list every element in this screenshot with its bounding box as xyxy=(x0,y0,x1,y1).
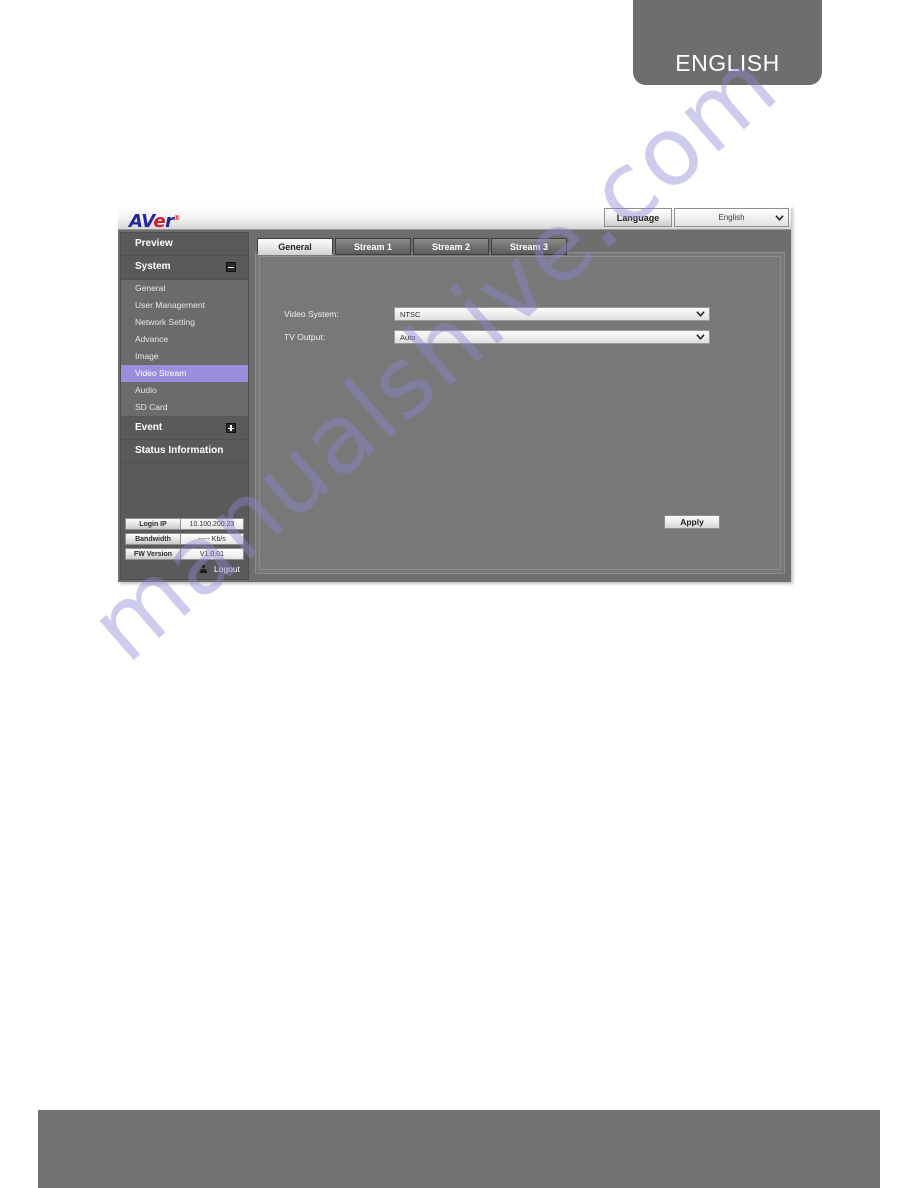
tab-stream-1[interactable]: Stream 1 xyxy=(335,238,411,255)
sidebar-item-general[interactable]: General xyxy=(121,280,248,297)
sidebar-item-status-information[interactable]: Status Information xyxy=(121,440,248,463)
sidebar-item-event-label: Event xyxy=(135,422,163,433)
tab-general-label: General xyxy=(278,241,312,252)
logout-label: Logout xyxy=(214,564,240,574)
english-language-tab-label: ENGLISH xyxy=(675,50,780,76)
minus-collapse-icon[interactable] xyxy=(226,262,236,272)
tv-output-select[interactable]: Auto xyxy=(394,330,710,344)
watermark-overlay: manualshive.com xyxy=(0,0,918,1188)
logo-letter-a: A xyxy=(129,211,142,232)
status-row-fw-version: FW Version V1.0.01 xyxy=(125,548,244,560)
app-header: AVer® Language English xyxy=(118,206,791,232)
status-key-fw-version: FW Version xyxy=(126,549,181,559)
sidebar-item-image[interactable]: Image xyxy=(121,348,248,365)
sidebar-item-general-label: General xyxy=(135,283,166,293)
status-value-fw-version: V1.0.01 xyxy=(181,549,243,559)
sidebar-item-event[interactable]: Event xyxy=(121,417,248,440)
form-row-video-system: Video System: NTSC xyxy=(284,307,744,321)
tab-general[interactable]: General xyxy=(257,238,333,255)
language-select[interactable]: English xyxy=(674,208,789,227)
aver-logo: AVer® xyxy=(129,208,180,232)
sidebar-item-video-stream-label: Video Stream xyxy=(135,368,187,378)
sidebar-item-audio-label: Audio xyxy=(135,385,157,395)
sidebar-item-user-management-label: User Management xyxy=(135,300,205,310)
sidebar-item-video-stream[interactable]: Video Stream xyxy=(121,365,248,382)
content-area: General Stream 1 Stream 2 Stream 3 Video… xyxy=(252,232,789,580)
camera-web-ui-window: AVer® Language English Preview System Ge… xyxy=(118,206,791,582)
logo-letter-e: e xyxy=(153,211,166,232)
chevron-down-icon xyxy=(696,310,705,319)
english-language-tab: ENGLISH xyxy=(633,0,822,85)
tv-output-value: Auto xyxy=(400,332,416,342)
status-value-login-ip: 10.100.200.23 xyxy=(181,519,243,529)
sidebar-item-audio[interactable]: Audio xyxy=(121,382,248,399)
sidebar-item-preview-label: Preview xyxy=(135,238,173,249)
settings-panel: Video System: NTSC TV Output: Auto Apply xyxy=(255,252,785,574)
sidebar-item-advance-label: Advance xyxy=(135,334,169,344)
tab-stream-2-label: Stream 2 xyxy=(431,241,471,252)
sidebar-status-block: Login IP 10.100.200.23 Bandwidth ----- K… xyxy=(125,518,244,575)
status-row-login-ip: Login IP 10.100.200.23 xyxy=(125,518,244,530)
apply-button-label: Apply xyxy=(680,517,704,527)
plus-expand-icon[interactable] xyxy=(226,423,236,433)
page-footer-bar xyxy=(38,1110,880,1188)
sidebar-item-image-label: Image xyxy=(135,351,159,361)
logo-trademark: ® xyxy=(173,214,180,222)
sidebar-item-user-management[interactable]: User Management xyxy=(121,297,248,314)
sidebar: Preview System General User Management N… xyxy=(120,232,249,580)
tv-output-label: TV Output: xyxy=(284,332,326,342)
settings-panel-inner: Video System: NTSC TV Output: Auto Apply xyxy=(259,256,781,570)
video-system-label: Video System: xyxy=(284,309,339,319)
chevron-down-icon xyxy=(696,333,705,342)
sidebar-item-system-label: System xyxy=(135,261,171,272)
sidebar-item-network-setting-label: Network Setting xyxy=(135,317,195,327)
status-key-bandwidth: Bandwidth xyxy=(126,534,181,544)
sidebar-system-submenu: General User Management Network Setting … xyxy=(121,279,248,417)
tab-stream-1-label: Stream 1 xyxy=(353,241,393,252)
tab-stream-2[interactable]: Stream 2 xyxy=(413,238,489,255)
sidebar-item-system[interactable]: System xyxy=(121,256,248,279)
sidebar-nav: Preview System General User Management N… xyxy=(121,233,248,463)
sidebar-item-advance[interactable]: Advance xyxy=(121,331,248,348)
chevron-down-icon xyxy=(775,213,784,222)
status-key-login-ip: Login IP xyxy=(126,519,181,529)
video-system-value: NTSC xyxy=(400,309,421,319)
language-label: Language xyxy=(604,208,672,227)
logout-button[interactable]: Logout xyxy=(125,563,244,575)
language-selector-group: Language English xyxy=(604,208,789,227)
tab-bar: General Stream 1 Stream 2 Stream 3 xyxy=(257,238,569,255)
status-value-bandwidth: ----- Kb/s xyxy=(181,534,243,544)
tab-stream-3-label: Stream 3 xyxy=(509,241,549,252)
language-select-value: English xyxy=(718,213,745,222)
sidebar-item-network-setting[interactable]: Network Setting xyxy=(121,314,248,331)
logo-letter-v: V xyxy=(141,211,154,232)
status-row-bandwidth: Bandwidth ----- Kb/s xyxy=(125,533,244,545)
sidebar-item-sd-card[interactable]: SD Card xyxy=(121,399,248,416)
tab-stream-3[interactable]: Stream 3 xyxy=(491,238,567,255)
sidebar-item-status-information-label: Status Information xyxy=(135,445,224,456)
sidebar-item-sd-card-label: SD Card xyxy=(135,402,168,412)
apply-button[interactable]: Apply xyxy=(664,515,720,529)
form-row-tv-output: TV Output: Auto xyxy=(284,330,744,344)
sidebar-item-preview[interactable]: Preview xyxy=(121,233,248,256)
video-system-select[interactable]: NTSC xyxy=(394,307,710,321)
user-icon xyxy=(200,564,207,574)
